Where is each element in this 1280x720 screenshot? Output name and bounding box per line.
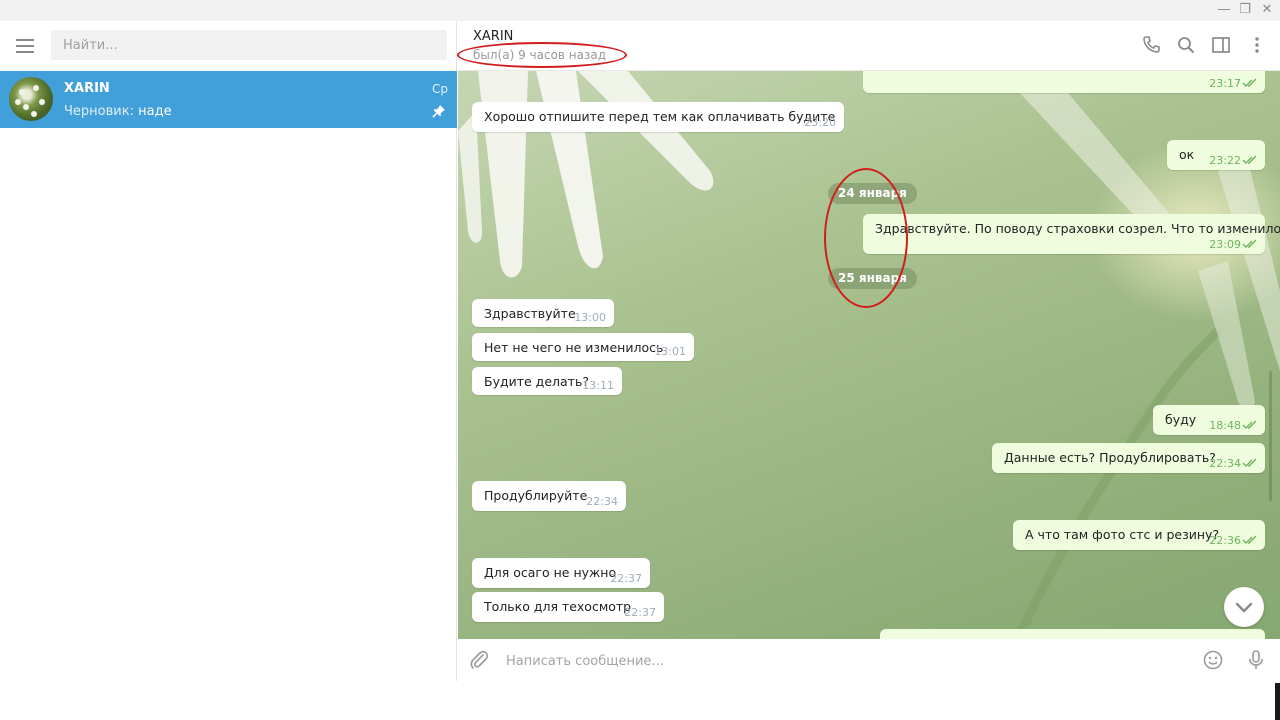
- message-bubble-in[interactable]: Нет не чего не изменилось 13:01: [472, 333, 694, 361]
- chat-header: XARIN был(а) 9 часов назад: [457, 21, 1280, 71]
- message-time: 22:34: [1209, 457, 1241, 470]
- message-text: Будите делать?: [484, 374, 589, 389]
- window-titlebar: — ❐ ✕: [0, 0, 1280, 21]
- message-text: Продублируйте: [484, 488, 588, 503]
- phone-icon[interactable]: [1140, 34, 1162, 56]
- more-vertical-icon[interactable]: [1246, 34, 1268, 56]
- message-text: Только для техосмотр: [484, 599, 632, 614]
- message-bubble-in[interactable]: Здравствуйте 13:00: [472, 299, 614, 327]
- chat-scrollbar[interactable]: [1269, 371, 1272, 501]
- message-text: Для осаго не нужно: [484, 565, 617, 580]
- message-bubble-out[interactable]: ок 23:22: [1167, 140, 1265, 170]
- chevron-down-icon: [1235, 602, 1253, 613]
- annotation-ellipse-status: [457, 42, 627, 68]
- message-time: 23:22: [1209, 154, 1241, 167]
- close-button[interactable]: ✕: [1257, 2, 1277, 18]
- daisy-avatar-icon: [9, 77, 53, 121]
- message-bubble-in[interactable]: Только для техосмотр 22:37: [472, 592, 664, 622]
- draft-label: Черновик:: [64, 104, 134, 119]
- draft-text: наде: [138, 104, 172, 119]
- message-bubble-out[interactable]: [880, 629, 1265, 639]
- dialog-name: XARIN: [64, 81, 110, 96]
- scroll-to-bottom-button[interactable]: [1224, 587, 1264, 627]
- message-bubble-out[interactable]: А что там фото стс и резину? 22:36: [1013, 520, 1265, 550]
- message-text: Данные есть? Продублировать?: [1004, 450, 1216, 465]
- sidebar-toggle-icon[interactable]: [1210, 34, 1232, 56]
- message-time: 13:11: [582, 379, 614, 392]
- dialog-time: Ср: [432, 82, 448, 96]
- double-check-icon: [1242, 78, 1257, 87]
- double-check-icon: [1242, 458, 1257, 467]
- search-input[interactable]: [51, 30, 447, 60]
- search-icon[interactable]: [1175, 34, 1197, 56]
- message-bubble-out[interactable]: буду 18:48: [1153, 405, 1265, 435]
- message-time: 18:48: [1209, 419, 1241, 432]
- message-text: А что там фото стс и резину?: [1025, 527, 1220, 542]
- message-text: Здравствуйте. По поводу страховки созрел…: [875, 221, 1280, 236]
- message-time: 22:34: [586, 495, 618, 508]
- restore-button[interactable]: ❐: [1235, 2, 1255, 18]
- minimize-button[interactable]: —: [1214, 2, 1234, 18]
- double-check-icon: [1242, 535, 1257, 544]
- double-check-icon: [1242, 239, 1257, 248]
- hamburger-menu-icon[interactable]: [14, 38, 36, 54]
- message-time: 22:36: [1209, 534, 1241, 547]
- double-check-icon: [1242, 155, 1257, 164]
- double-check-icon: [1242, 420, 1257, 429]
- telegram-window: — ❐ ✕ XARIN Ср Черновик: наде: [0, 0, 1280, 720]
- compose-bar: [458, 639, 1280, 681]
- annotation-ellipse-dates: [824, 168, 908, 308]
- message-text: Нет не чего не изменилось: [484, 340, 664, 355]
- message-bubble-out[interactable]: 23:17: [863, 71, 1265, 93]
- message-bubble-in[interactable]: Хорошо отпишите перед тем как оплачивать…: [472, 102, 844, 132]
- microphone-icon[interactable]: [1245, 649, 1267, 671]
- message-time: 23:17: [1209, 77, 1241, 90]
- message-time: 13:00: [574, 311, 606, 324]
- pin-icon: [432, 105, 445, 118]
- message-text: Здравствуйте: [484, 306, 576, 321]
- message-history[interactable]: 23:17 Хорошо отпишите перед тем как опла…: [458, 71, 1280, 639]
- message-bubble-in[interactable]: Продублируйте 22:34: [472, 481, 626, 511]
- attach-icon[interactable]: [468, 649, 490, 671]
- message-time: 22:37: [610, 572, 642, 585]
- dialogs-sidebar: XARIN Ср Черновик: наде: [0, 21, 457, 681]
- screen-edge: [1275, 683, 1280, 720]
- dialog-item-xarin[interactable]: XARIN Ср Черновик: наде: [0, 71, 457, 128]
- message-bubble-in[interactable]: Для осаго не нужно 22:37: [472, 558, 650, 588]
- message-bubble-in[interactable]: Будите делать? 13:11: [472, 367, 622, 395]
- message-text: ок: [1179, 147, 1195, 162]
- message-bubble-out[interactable]: Данные есть? Продублировать? 22:34: [992, 443, 1265, 473]
- peer-name[interactable]: XARIN: [473, 29, 513, 44]
- message-text: буду: [1165, 412, 1197, 427]
- emoji-icon[interactable]: [1202, 649, 1224, 671]
- message-time: 23:20: [804, 116, 836, 129]
- window-bottom: [0, 681, 1280, 720]
- dialog-draft-preview: Черновик: наде: [64, 104, 172, 119]
- message-time: 23:09: [1209, 238, 1241, 251]
- message-text: Хорошо отпишите перед тем как оплачивать…: [484, 109, 836, 124]
- message-input[interactable]: [506, 649, 1186, 673]
- message-time: 13:01: [654, 345, 686, 358]
- message-bubble-out[interactable]: Здравствуйте. По поводу страховки созрел…: [863, 214, 1280, 254]
- message-time: 22:37: [624, 606, 656, 619]
